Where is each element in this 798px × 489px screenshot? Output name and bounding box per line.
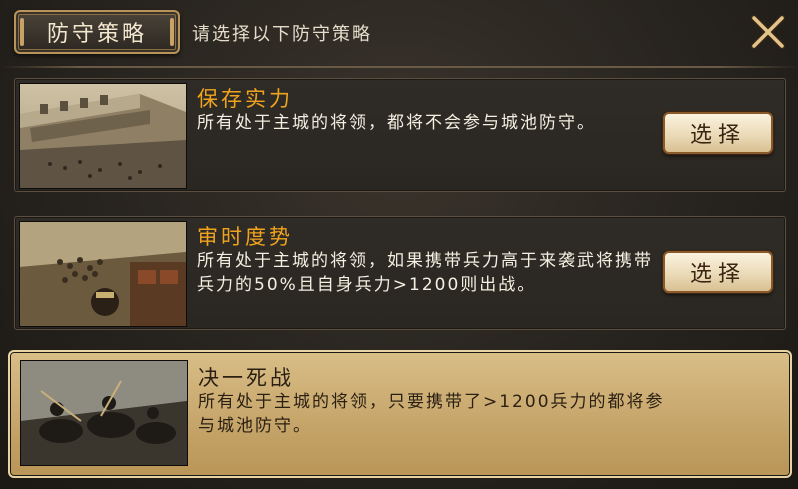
- army-march-image: [19, 221, 187, 327]
- panel-header: 防守策略 请选择以下防守策略: [0, 0, 798, 66]
- strategy-card-assess[interactable]: 审时度势 所有处于主城的将领，如果携带兵力高于来袭武将携带兵力的50%且自身兵力…: [14, 216, 786, 330]
- strategy-card-preserve[interactable]: 保存实力 所有处于主城的将领，都将不会参与城池防守。 选择: [14, 78, 786, 192]
- strategy-description: 所有处于主城的将领，都将不会参与城池防守。: [197, 113, 596, 133]
- strategy-name: 决一死战: [198, 366, 294, 390]
- strategy-card-fight[interactable]: 决一死战 所有处于主城的将领，只要携带了>1200兵力的都将参与城池防守。: [8, 350, 792, 478]
- strategy-name: 审时度势: [197, 225, 293, 249]
- page-subtitle: 请选择以下防守策略: [192, 24, 372, 45]
- page-title: 防守策略: [14, 10, 180, 54]
- select-button[interactable]: 选择: [663, 251, 773, 293]
- cavalry-charge-image: [20, 360, 188, 466]
- strategy-description: 所有处于主城的将领，只要携带了>1200兵力的都将参与城池防守。: [198, 392, 665, 436]
- strategy-description: 所有处于主城的将领，如果携带兵力高于来袭武将携带兵力的50%且自身兵力>1200…: [197, 251, 653, 295]
- header-divider: [0, 66, 798, 68]
- strategy-name: 保存实力: [197, 87, 293, 111]
- city-wall-battle-image: [19, 83, 187, 189]
- select-button[interactable]: 选择: [663, 112, 773, 154]
- close-icon[interactable]: [748, 12, 788, 52]
